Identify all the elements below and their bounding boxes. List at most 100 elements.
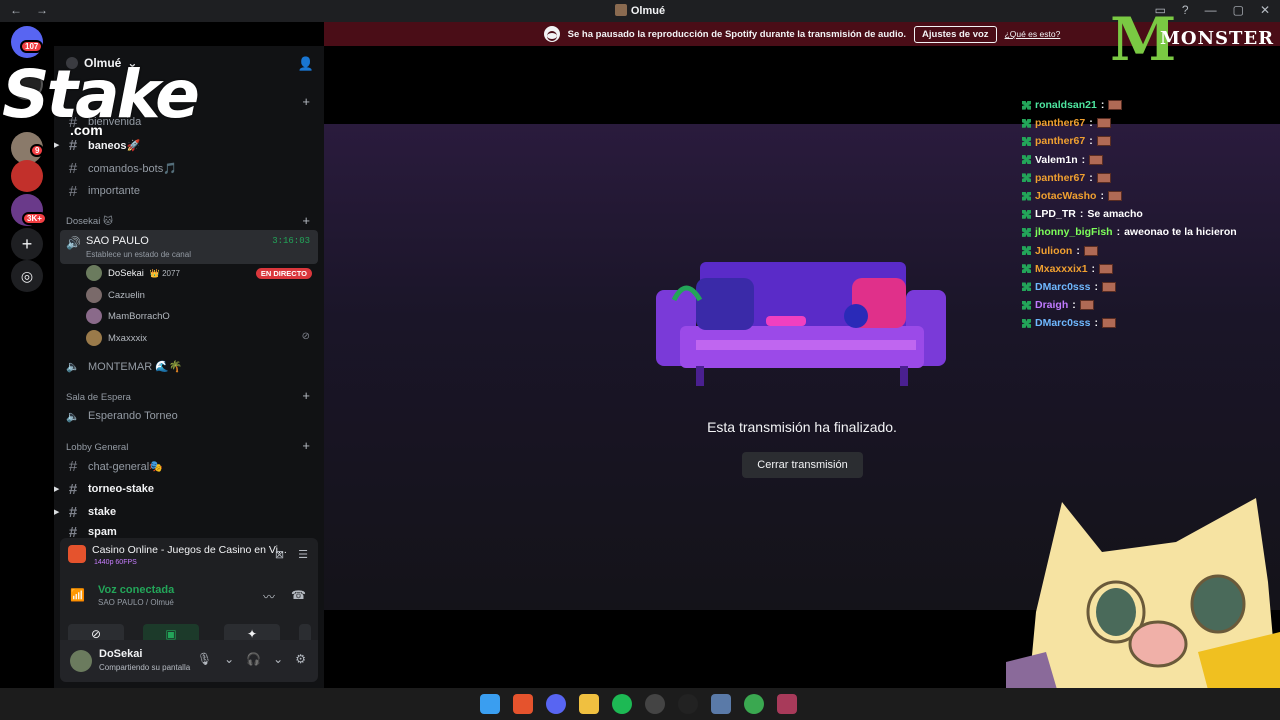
hash-icon: #: [68, 182, 78, 200]
spotify-icon[interactable]: [612, 694, 632, 714]
chat-username: DMarc0sss: [1035, 280, 1091, 293]
app-icon[interactable]: [777, 694, 797, 714]
user-status: Compartiendo su pantalla: [99, 663, 191, 672]
disconnect-icon[interactable]: ☎: [291, 588, 306, 605]
spotify-icon: [543, 26, 560, 42]
chat-username: panther67: [1035, 117, 1086, 130]
channel-label: baneos🚀: [88, 139, 141, 152]
channel-stake[interactable]: ▶ # stake: [54, 502, 116, 522]
voice-user[interactable]: Cazuelin: [86, 286, 145, 304]
channel-torneo-stake[interactable]: ▶ # torneo-stake: [54, 479, 155, 499]
voice-channel-sao-paulo[interactable]: 🔊 SAO PAULO Establece un estado de canal…: [60, 230, 318, 264]
hash-icon: #: [68, 525, 78, 539]
channel-label: MONTEMAR 🌊🌴: [88, 360, 183, 373]
chat-text: Se amacho: [1087, 208, 1143, 221]
chat-badge-icon: [1022, 300, 1031, 310]
chat-badge-icon: [1022, 118, 1031, 128]
headphones-icon[interactable]: 🎧: [246, 652, 261, 666]
chat-separator: :: [1100, 99, 1105, 112]
app-icon[interactable]: [744, 694, 764, 714]
category-lobby-general[interactable]: Lobby General: [66, 442, 128, 453]
what-is-this-link[interactable]: ¿Qué es esto?: [1005, 29, 1061, 39]
voice-settings-button[interactable]: Ajustes de voz: [914, 25, 997, 43]
chat-badge-icon: [1022, 227, 1031, 237]
windows-start-icon[interactable]: [480, 694, 500, 714]
stream-quality: 1440p 60FPS: [94, 559, 137, 566]
signal-icon[interactable]: 📶: [70, 588, 85, 602]
add-channel-icon[interactable]: +: [302, 388, 310, 403]
expand-icon: ▶: [54, 486, 60, 493]
chat-emote-icon: [1096, 118, 1111, 129]
add-server-icon[interactable]: +: [11, 228, 43, 260]
settings-icon[interactable]: [711, 694, 731, 714]
voice-channel-montemar[interactable]: 🔈 MONTEMAR 🌊🌴: [66, 356, 183, 376]
chat-emote-icon: [1079, 300, 1094, 311]
chat-badge-icon: [1022, 318, 1031, 328]
close-stream-button[interactable]: Cerrar transmisión: [742, 452, 863, 478]
channel-comandos-bots[interactable]: # comandos-bots🎵: [66, 158, 177, 178]
add-channel-icon[interactable]: +: [302, 94, 310, 109]
stream-panel: Casino Online - Juegos de Casino en Vi..…: [60, 538, 318, 576]
channel-chat-general[interactable]: # chat-general🎭: [66, 456, 163, 476]
chat-message: jhonny_bigFish: aweonao te la hicieron: [1022, 223, 1272, 241]
channel-status[interactable]: Establece un estado de canal: [86, 250, 191, 259]
chat-message: Julioon:: [1022, 242, 1272, 260]
chat-username: Mxaxxxix1: [1035, 262, 1088, 275]
chat-separator: :: [1089, 117, 1093, 130]
cat-avatar-overlay: [1006, 498, 1280, 720]
channel-label: Esperando Torneo: [88, 410, 178, 422]
channel-importante[interactable]: # importante: [66, 181, 140, 201]
chat-message: Mxaxxxix1:: [1022, 260, 1272, 278]
windows-taskbar: [0, 688, 1280, 720]
voice-channel-esperando-torneo[interactable]: 🔈 Esperando Torneo: [66, 406, 178, 426]
chat-separator: :: [1091, 262, 1096, 275]
stake-logo-domain: .com: [70, 122, 103, 138]
voice-user[interactable]: DoSekai 👑 2077: [86, 264, 180, 282]
voice-user[interactable]: Mxaxxxix: [86, 329, 147, 347]
microphone-icon[interactable]: 🎙: [197, 652, 212, 666]
expand-icon: ▶: [54, 509, 60, 516]
chevron-down-icon[interactable]: ⌄: [273, 652, 283, 666]
category-dosekai[interactable]: Dosekai 🐱: [66, 216, 113, 227]
chat-separator: :: [1089, 171, 1093, 184]
add-member-icon[interactable]: 👤: [298, 56, 314, 72]
channel-spam[interactable]: ▶#spam: [66, 525, 117, 539]
category-sala-de-espera[interactable]: Sala de Espera: [66, 392, 131, 403]
noise-suppression-icon[interactable]: 〰: [263, 588, 275, 605]
chat-separator: :: [1081, 153, 1086, 166]
voice-status[interactable]: Voz conectada: [98, 584, 174, 596]
discord-icon[interactable]: [546, 694, 566, 714]
file-explorer-icon[interactable]: [579, 694, 599, 714]
window-title-text: Olmué: [630, 5, 666, 17]
stop-stream-icon[interactable]: ⊠: [275, 548, 284, 561]
chat-separator: :: [1076, 244, 1080, 257]
channel-baneos[interactable]: ▶ # baneos🚀: [54, 135, 141, 155]
gear-icon[interactable]: ⚙: [295, 652, 306, 666]
chat-message: JotacWasho:: [1022, 187, 1272, 205]
avatar[interactable]: [70, 650, 92, 672]
chat-badge-icon: [1022, 136, 1031, 146]
server-icon-2[interactable]: [11, 160, 43, 192]
add-channel-icon[interactable]: +: [302, 213, 310, 228]
discover-icon[interactable]: ◎: [11, 260, 43, 292]
chevron-down-icon[interactable]: ⌄: [224, 652, 234, 666]
taskbar-apps: [480, 694, 797, 714]
voice-location[interactable]: SAO PAULO / Olmué: [98, 598, 174, 607]
chat-emote-icon: [1083, 245, 1098, 256]
app-icon[interactable]: [678, 694, 698, 714]
stream-settings-icon[interactable]: ☰: [298, 548, 308, 561]
voice-user[interactable]: MamBorrachO: [86, 307, 170, 325]
obs-icon[interactable]: [645, 694, 665, 714]
voice-user-name: Cazuelin: [108, 289, 145, 301]
channel-label: torneo-stake: [88, 483, 155, 495]
username[interactable]: DoSekai: [99, 648, 142, 660]
stake-logo-word: Stake: [2, 56, 200, 133]
chat-emote-icon: [1099, 263, 1114, 274]
brave-icon[interactable]: [513, 694, 533, 714]
chat-badge-icon: [1022, 191, 1031, 201]
chat-message: panther67:: [1022, 114, 1272, 132]
add-channel-icon[interactable]: +: [302, 438, 310, 453]
expand-icon: ▶: [54, 142, 60, 149]
chat-emote-icon: [1089, 154, 1104, 165]
chat-separator: :: [1116, 226, 1121, 239]
